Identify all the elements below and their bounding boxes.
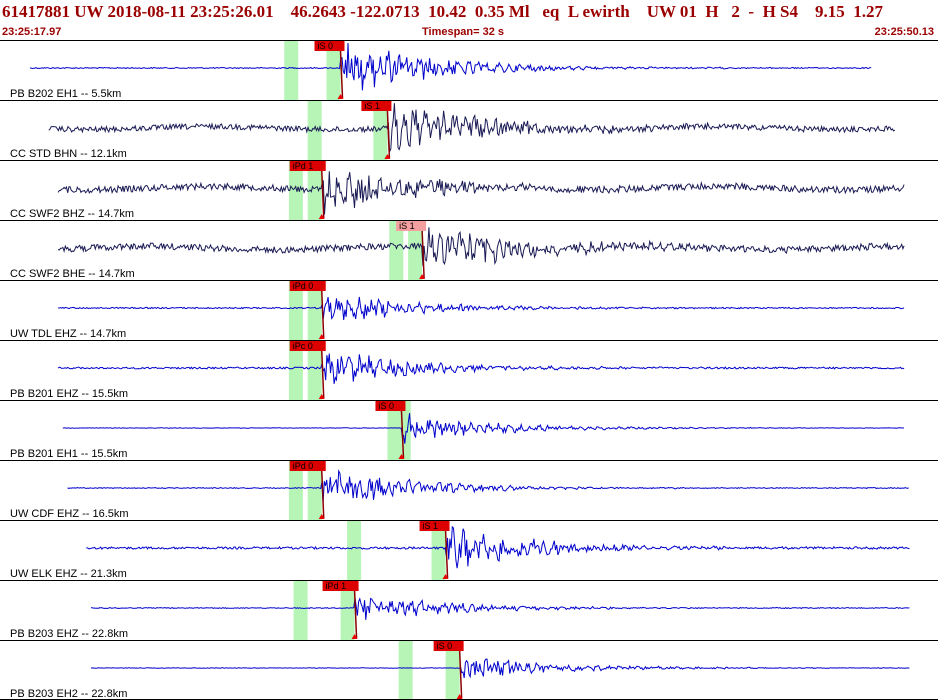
trace-row[interactable]: iPd 1 CC SWF2 BHZ -- 14.7km [0,160,938,221]
waveform [67,469,909,503]
waveform [58,296,905,320]
waveform [57,171,905,215]
station-label: PB B203 EHZ -- 22.8km [10,628,128,640]
station-label: CC SWF2 BHZ -- 14.7km [10,208,134,220]
waveform [48,103,896,152]
seismogram-panel[interactable]: iS 0 PB B202 EH1 -- 5.5km iS 1 CC STD BHN -… [0,40,938,700]
waveform [29,42,872,91]
trace-row[interactable]: iS 1 CC SWF2 BHE -- 14.7km [0,220,938,281]
trace-row[interactable]: iS 0 PB B201 EH1 -- 15.5km [0,400,938,461]
waveform [57,227,905,266]
station-label: CC STD BHN -- 12.1km [10,148,127,160]
pick-line [353,589,358,639]
waveform [90,658,910,679]
pick-line [458,649,463,699]
pick-label: iS 0 [317,41,333,51]
trace-row[interactable]: iPd 0 UW CDF EHZ -- 16.5km [0,460,938,521]
p-window-band [398,641,413,700]
pick-line [320,349,325,399]
waveform [62,413,904,444]
pick-label: iS 0 [378,401,394,411]
pick-label: iS 0 [437,641,453,651]
event-summary-line: 61417881 UW 2018-08-11 23:25:26.01 46.26… [2,2,883,21]
pick-label: iS 1 [364,101,380,111]
station-label: PB B203 EH2 -- 22.8km [10,688,127,700]
pick-line [444,529,449,579]
trace-row[interactable]: iPc 0 PB B201 EHZ -- 15.5km [0,340,938,401]
end-time-label: 23:25:50.13 [874,26,934,38]
trace-row[interactable]: iS 1 UW ELK EHZ -- 21.3km [0,520,938,581]
pick-label: iPd 0 [293,281,314,291]
station-label: PB B201 EH1 -- 15.5km [10,448,127,460]
station-label: UW TDL EHZ -- 14.7km [10,328,126,340]
pick-line [320,169,325,219]
waveform [90,597,910,620]
station-label: CC SWF2 BHE -- 14.7km [10,268,135,280]
trace-row[interactable]: iPd 1 PB B203 EHZ -- 22.8km [0,580,938,641]
pick-label: iPd 1 [326,581,347,591]
timespan-label: Timespan= 32 s [422,26,505,38]
trace-row[interactable]: iS 0 PB B202 EH1 -- 5.5km [0,40,938,101]
pick-line [421,229,425,279]
p-window-band [347,521,362,580]
pick-label: iS 1 [423,521,439,531]
pick-label: iPd 0 [293,461,314,471]
station-label: UW CDF EHZ -- 16.5km [10,508,129,520]
pick-line [320,469,325,519]
start-time-label: 23:25:17.97 [2,26,62,38]
waveform [57,353,905,384]
station-label: PB B201 EHZ -- 15.5km [10,388,128,400]
p-window-band [293,581,308,640]
p-window-band [284,41,299,100]
station-label: UW ELK EHZ -- 21.3km [10,568,127,580]
trace-row[interactable]: iS 0 PB B203 EH2 -- 22.8km [0,640,938,700]
pick-line [320,289,325,339]
station-label: PB B202 EH1 -- 5.5km [10,88,121,100]
pick-label: iS 1 [399,221,415,231]
pick-label: iPd 1 [293,161,314,171]
trace-row[interactable]: iS 1 CC STD BHN -- 12.1km [0,100,938,161]
waveform [86,525,910,569]
event-header: 61417881 UW 2018-08-11 23:25:26.01 46.26… [0,0,938,40]
trace-row[interactable]: iPd 0 UW TDL EHZ -- 14.7km [0,280,938,341]
pick-line [386,109,391,159]
pick-label: iPc 0 [293,341,313,351]
